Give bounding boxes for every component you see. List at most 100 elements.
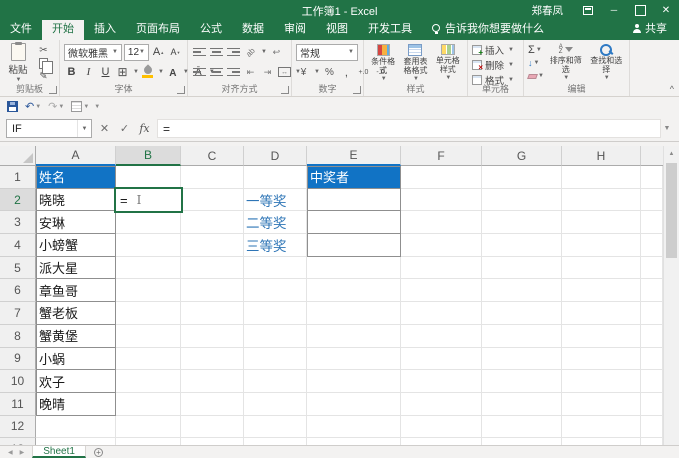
cell-A3[interactable]: 安琳 [36,211,116,234]
cell-F3[interactable] [401,211,482,234]
cell-H8[interactable] [562,325,641,348]
align-middle-button[interactable] [209,44,224,60]
cell-A5[interactable]: 派大星 [36,257,116,280]
col-header-G[interactable]: G [482,146,562,166]
row-header-12[interactable]: 12 [0,416,36,439]
decrease-indent-button[interactable] [243,64,258,80]
col-header-H[interactable]: H [562,146,641,166]
cell-F12[interactable] [401,416,482,439]
cell-B3[interactable] [116,211,181,234]
cell-E11[interactable] [307,393,401,416]
sort-filter-button[interactable]: A Z 排序和筛选 ▼ [547,43,585,83]
col-header-F[interactable]: F [401,146,482,166]
cell-D8[interactable] [244,325,307,348]
col-header-A[interactable]: A [36,146,116,166]
minimize-button[interactable] [601,0,627,20]
row-header-3[interactable]: 3 [0,211,36,234]
clear-button[interactable]: ▼ [528,70,544,82]
cell-D6[interactable] [244,279,307,302]
cell-G4[interactable] [482,234,562,257]
cell-H5[interactable] [562,257,641,280]
number-dialog-launcher[interactable] [353,86,361,94]
cell-C2[interactable] [181,189,244,212]
find-select-button[interactable]: 查找和选择 ▼ [587,43,625,83]
cell-D12[interactable] [244,416,307,439]
font-color-button[interactable] [166,64,180,80]
redo-button[interactable]: ↷▼ [46,100,66,113]
cell-H13[interactable] [562,438,641,445]
formula-input[interactable]: = [157,119,661,138]
cell-F11[interactable] [401,393,482,416]
cell-A6[interactable]: 章鱼哥 [36,279,116,302]
cell-A4[interactable]: 小螃蟹 [36,234,116,257]
cell-E8[interactable] [307,325,401,348]
col-header-D[interactable]: D [244,146,307,166]
cell-D10[interactable] [244,370,307,393]
col-header-C[interactable]: C [181,146,244,166]
cell-E12[interactable] [307,416,401,439]
underline-button[interactable]: U [98,64,113,80]
font-size-combo[interactable]: 12▼ [124,44,149,61]
cell-F2[interactable] [401,189,482,212]
clipboard-dialog-launcher[interactable] [49,86,57,94]
fill-button[interactable]: ▼ [528,57,544,69]
cell-D13[interactable] [244,438,307,445]
cell-D9[interactable] [244,348,307,371]
cell-H9[interactable] [562,348,641,371]
cell-C8[interactable] [181,325,244,348]
cell-D7[interactable] [244,302,307,325]
cell-B12[interactable] [116,416,181,439]
delete-cells-button[interactable]: 删除▼ [472,58,519,71]
cell-G1[interactable] [482,166,562,189]
row-header-2[interactable]: 2 [0,189,36,212]
cell-B5[interactable] [116,257,181,280]
align-center-button[interactable] [209,64,224,80]
name-box[interactable]: IF ▼ [6,119,92,138]
percent-format-button[interactable] [322,64,337,80]
cell-B7[interactable] [116,302,181,325]
align-top-button[interactable] [192,44,207,60]
col-header-E[interactable]: E [307,146,401,166]
cell-A13[interactable] [36,438,116,445]
merge-center-button[interactable] [277,64,292,80]
qat-extra-button[interactable]: ▼ [69,101,91,112]
format-as-table-button[interactable]: 套用表格格式 ▼ [400,43,430,84]
customize-qat-button[interactable]: ▼ [94,104,100,110]
scrollbar-thumb[interactable] [666,163,677,258]
name-box-dropdown-icon[interactable]: ▼ [77,120,91,137]
tab-页面布局[interactable]: 页面布局 [126,17,190,40]
close-button[interactable] [653,0,679,20]
vertical-scrollbar[interactable]: ▲ [663,146,679,445]
cell-G6[interactable] [482,279,562,302]
cell-G12[interactable] [482,416,562,439]
ribbon-display-options-button[interactable] [575,0,601,20]
cell-C3[interactable] [181,211,244,234]
cell-H12[interactable] [562,416,641,439]
cell-F9[interactable] [401,348,482,371]
cell-C4[interactable] [181,234,244,257]
cell-D3[interactable]: 二等奖 [244,211,307,234]
cell-G10[interactable] [482,370,562,393]
cell-C5[interactable] [181,257,244,280]
cell-B11[interactable] [116,393,181,416]
autosum-button[interactable]: ▼ [528,44,544,56]
next-sheet-icon[interactable]: ▶ [20,449,25,456]
cell-styles-button[interactable]: 单元格样式 ▼ [433,43,463,83]
wrap-text-button[interactable] [269,44,284,60]
cell-A8[interactable]: 蟹黄堡 [36,325,116,348]
cell-D2[interactable]: 一等奖 [244,189,307,212]
cell-G7[interactable] [482,302,562,325]
cell-F5[interactable] [401,257,482,280]
cell-A1[interactable]: 姓名 [36,166,116,189]
cell-F8[interactable] [401,325,482,348]
cell-A10[interactable]: 欢子 [36,370,116,393]
number-format-combo[interactable]: 常规▼ [296,44,358,61]
undo-button[interactable]: ↶▼ [23,100,43,113]
cell-F7[interactable] [401,302,482,325]
cell-C10[interactable] [181,370,244,393]
cell-B10[interactable] [116,370,181,393]
prev-sheet-icon[interactable]: ◀ [8,449,13,456]
cell-E10[interactable] [307,370,401,393]
cell-C6[interactable] [181,279,244,302]
currency-format-button[interactable] [296,64,311,80]
